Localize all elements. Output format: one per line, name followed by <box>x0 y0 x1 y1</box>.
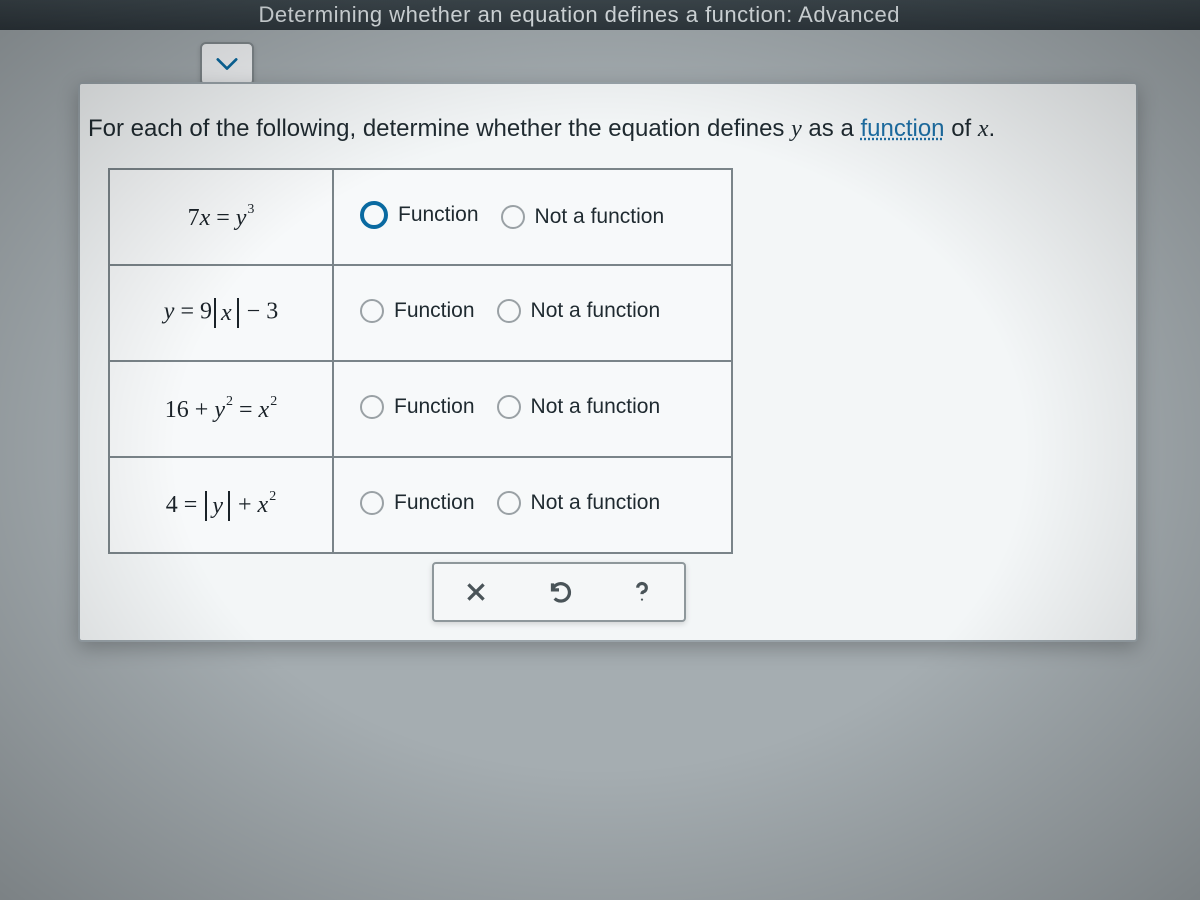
option-function-label: Function <box>394 299 475 323</box>
options-cell: Function Not a function <box>333 457 732 553</box>
option-function-label: Function <box>394 395 475 419</box>
question-icon <box>629 579 655 605</box>
option-not-function-label: Not a function <box>535 205 665 229</box>
radio-icon <box>497 299 521 323</box>
reset-button[interactable] <box>529 570 589 614</box>
table-row: 7x = y3 Function Not a function <box>109 169 732 265</box>
radio-icon <box>497 491 521 515</box>
option-not-function[interactable]: Not a function <box>497 491 661 515</box>
equation-expression: 16 + y2 = x2 <box>165 394 277 424</box>
equation-expression: 7x = y3 <box>188 202 255 232</box>
function-definition-link[interactable]: function <box>860 115 944 142</box>
option-not-function[interactable]: Not a function <box>501 205 665 229</box>
radio-icon <box>360 201 388 229</box>
table-row: 16 + y2 = x2 Function Not a function <box>109 361 732 457</box>
option-function[interactable]: Function <box>360 299 475 323</box>
prompt-var-x: x <box>978 116 989 142</box>
lesson-title-bar: Determining whether an equation defines … <box>0 0 1200 30</box>
help-button[interactable] <box>612 570 672 614</box>
equation-cell: 4 = y + x2 <box>109 457 333 553</box>
collapse-toggle[interactable] <box>200 42 254 86</box>
option-function[interactable]: Function <box>360 491 475 515</box>
options-cell: Function Not a function <box>333 361 732 457</box>
option-function[interactable]: Function <box>360 395 475 419</box>
option-not-function[interactable]: Not a function <box>497 299 661 323</box>
equation-cell: y = 9x − 3 <box>109 265 333 361</box>
radio-icon <box>360 299 384 323</box>
clear-button[interactable] <box>446 570 506 614</box>
action-bar <box>432 562 686 622</box>
equation-cell: 7x = y3 <box>109 169 333 265</box>
option-function-label: Function <box>394 491 475 515</box>
chevron-down-icon <box>216 57 238 71</box>
radio-icon <box>501 205 525 229</box>
prompt-lead: For each of the following, determine whe… <box>88 115 791 142</box>
lesson-title-text: Determining whether an equation defines … <box>258 2 900 27</box>
prompt-var-y: y <box>791 116 802 142</box>
radio-icon <box>360 395 384 419</box>
option-not-function-label: Not a function <box>531 395 661 419</box>
options-cell: Function Not a function <box>333 169 732 265</box>
radio-icon <box>497 395 521 419</box>
options-cell: Function Not a function <box>333 265 732 361</box>
option-not-function-label: Not a function <box>531 491 661 515</box>
option-not-function-label: Not a function <box>531 299 661 323</box>
undo-icon <box>546 579 572 605</box>
prompt-text: For each of the following, determine whe… <box>88 112 1118 147</box>
equation-expression: 4 = y + x2 <box>166 489 276 521</box>
close-icon <box>463 579 489 605</box>
prompt-tail: of <box>945 115 978 142</box>
option-not-function[interactable]: Not a function <box>497 395 661 419</box>
table-row: 4 = y + x2 Function Not a function <box>109 457 732 553</box>
option-function[interactable]: Function <box>360 201 479 229</box>
radio-icon <box>360 491 384 515</box>
equation-cell: 16 + y2 = x2 <box>109 361 333 457</box>
table-row: y = 9x − 3 Function Not a function <box>109 265 732 361</box>
equation-expression: y = 9x − 3 <box>164 298 278 328</box>
equations-table: 7x = y3 Function Not a function y = 9x − 3 F… <box>108 168 733 554</box>
option-function-label: Function <box>398 203 479 227</box>
prompt-period: . <box>989 115 996 142</box>
prompt-mid: as a <box>802 115 861 142</box>
